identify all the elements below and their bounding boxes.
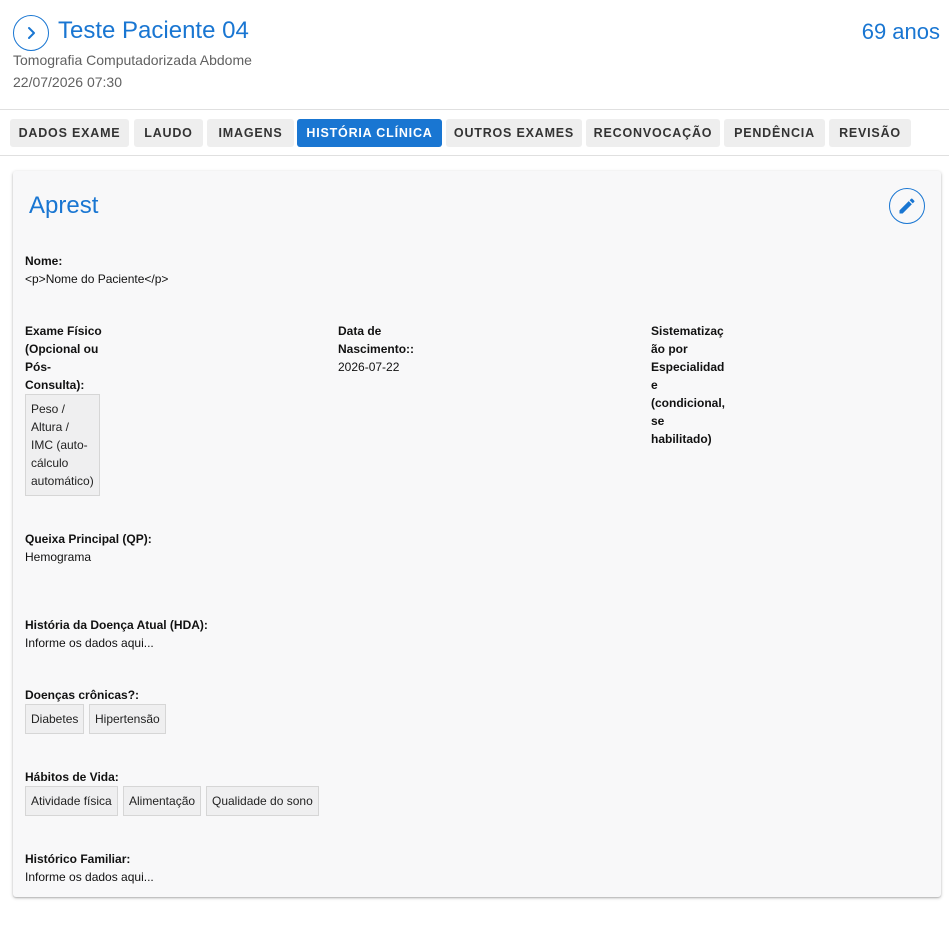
back-button[interactable] — [13, 15, 49, 51]
field-label-line: Data de — [338, 324, 382, 338]
tab-outros-exames[interactable]: OUTROS EXAMES — [446, 119, 582, 147]
exam-type: Tomografia Computadorizada Abdome — [13, 52, 252, 68]
field-exame-fisico: Exame Físico (Opcional ou Pós- Consulta)… — [25, 322, 102, 394]
field-label: História da Doença Atual (HDA): — [25, 618, 208, 632]
edit-button[interactable] — [889, 188, 925, 224]
patient-header: Teste Paciente 04 69 anos Tomografia Com… — [0, 0, 949, 110]
exam-datetime: 22/07/2026 07:30 — [13, 74, 122, 90]
tab-imagens[interactable]: IMAGENS — [207, 119, 294, 147]
clinical-history-card: Aprest Nome: <p>Nome do Paciente</p> Exa… — [13, 171, 941, 897]
field-label-line: Especialidad — [651, 360, 725, 374]
field-nome: Nome: <p>Nome do Paciente</p> — [25, 252, 168, 288]
field-label-line: Sistematizaç — [651, 324, 724, 338]
field-habitos-vida: Hábitos de Vida: — [25, 768, 119, 786]
field-label: Hábitos de Vida: — [25, 770, 119, 784]
field-label-line: Pós- — [25, 360, 52, 374]
chip-atividade-fisica[interactable]: Atividade física — [25, 786, 118, 816]
tab-dados-exame[interactable]: DADOS EXAME — [10, 119, 129, 147]
card-title: Aprest — [29, 192, 99, 219]
tab-bar: DADOS EXAME LAUDO IMAGENS HISTÓRIA CLÍNI… — [0, 110, 949, 156]
chip-line: Peso / — [31, 402, 66, 416]
field-label-line: se — [651, 414, 665, 428]
field-queixa-principal: Queixa Principal (QP): Hemograma — [25, 530, 152, 566]
field-value: 2026-07-22 — [338, 360, 400, 374]
field-label-line: (condicional, — [651, 396, 726, 410]
field-label: Doenças crônicas?: — [25, 688, 140, 702]
field-label: Histórico Familiar: — [25, 852, 131, 866]
field-value: Hemograma — [25, 550, 92, 564]
patient-name: Teste Paciente 04 — [58, 17, 249, 44]
field-label: Nome: — [25, 254, 63, 268]
field-hda: História da Doença Atual (HDA): Informe … — [25, 616, 208, 652]
field-sistematizacao: Sistematizaç ão por Especialidad e (cond… — [651, 322, 725, 448]
field-value: Informe os dados aqui... — [25, 870, 154, 884]
field-label-line: e — [651, 378, 658, 392]
tab-reconvocacao[interactable]: RECONVOCAÇÃO — [586, 119, 720, 147]
chip-line: automático) — [31, 474, 94, 488]
chip-diabetes[interactable]: Diabetes — [25, 704, 85, 734]
tab-revisao[interactable]: REVISÃO — [829, 119, 911, 147]
tab-historia-clinica[interactable]: HISTÓRIA CLÍNICA — [297, 119, 442, 147]
field-doencas-cronicas: Doenças crônicas?: — [25, 686, 139, 704]
field-label-line: Exame Físico — [25, 324, 102, 338]
chevron-right-icon — [28, 27, 35, 39]
field-data-nascimento: Data de Nascimento:: 2026-07-22 — [338, 322, 414, 376]
chip-line: Altura / — [31, 420, 70, 434]
field-label-line: (Opcional ou — [25, 342, 99, 356]
chip-alimentacao[interactable]: Alimentação — [123, 786, 202, 816]
field-label-line: habilitado) — [651, 432, 712, 446]
field-label: Queixa Principal (QP): — [25, 532, 152, 546]
pencil-icon — [899, 198, 915, 214]
field-historico-familiar: Histórico Familiar: Informe os dados aqu… — [25, 850, 154, 886]
patient-age: 69 anos — [861, 19, 940, 44]
chip-qualidade-sono[interactable]: Qualidade do sono — [206, 786, 319, 816]
chip-hipertensao[interactable]: Hipertensão — [89, 704, 166, 734]
exame-fisico-chip[interactable]: Peso / Altura / IMC (auto- cálculo autom… — [25, 394, 100, 496]
field-label-line: Consulta): — [25, 378, 85, 392]
field-label-line: Nascimento:: — [338, 342, 415, 356]
tab-laudo[interactable]: LAUDO — [134, 119, 203, 147]
chip-line: IMC (auto- — [31, 438, 88, 452]
field-label-line: ão por — [651, 342, 688, 356]
chip-line: cálculo — [31, 456, 69, 470]
tab-pendencia[interactable]: PENDÊNCIA — [724, 119, 825, 147]
field-value: <p>Nome do Paciente</p> — [25, 272, 169, 286]
field-value: Informe os dados aqui... — [25, 636, 154, 650]
